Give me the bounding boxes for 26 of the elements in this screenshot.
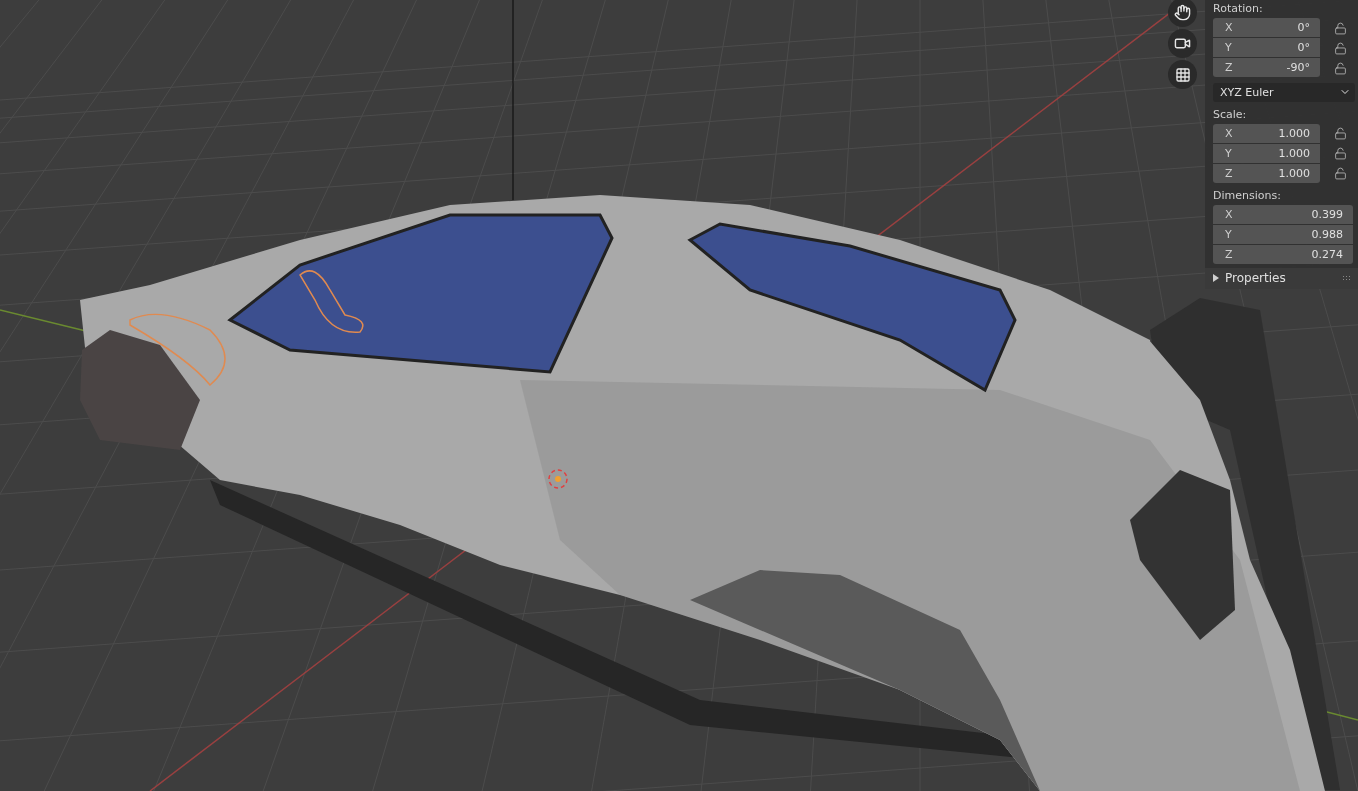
camera-view-button[interactable] [1168,29,1197,58]
lock-icon[interactable] [1334,41,1347,55]
lock-icon[interactable] [1334,21,1347,35]
number-field[interactable]: Y 0° [1213,38,1320,57]
rotation-mode-dropdown[interactable]: XYZ Euler [1213,83,1355,102]
number-field[interactable]: X 0.399 [1213,204,1353,224]
pan-view-button[interactable] [1168,0,1197,27]
number-field[interactable]: Z 0.274 [1213,244,1353,264]
grid-icon [1174,66,1191,83]
lock-icon[interactable] [1334,147,1347,161]
number-field[interactable]: X 0° [1213,18,1320,37]
number-field[interactable]: X 1.000 [1213,123,1320,143]
perspective-toggle-button[interactable] [1168,60,1197,89]
number-field[interactable]: Z 1.000 [1213,163,1320,183]
lock-icon[interactable] [1334,167,1347,181]
number-field[interactable]: Y 1.000 [1213,143,1320,163]
section-label: Rotation: [1213,1,1264,17]
number-field[interactable]: Y 0.988 [1213,224,1353,244]
lock-icon[interactable] [1334,127,1347,141]
number-field[interactable]: Z -90° [1213,58,1320,77]
3d-cursor-icon [548,469,568,489]
hand-icon [1174,4,1191,21]
lock-icon[interactable] [1334,61,1347,75]
section-label: Scale: [1213,106,1248,123]
section-label: Dimensions: [1213,187,1282,204]
properties-panel-header[interactable]: Properties [1205,267,1358,289]
